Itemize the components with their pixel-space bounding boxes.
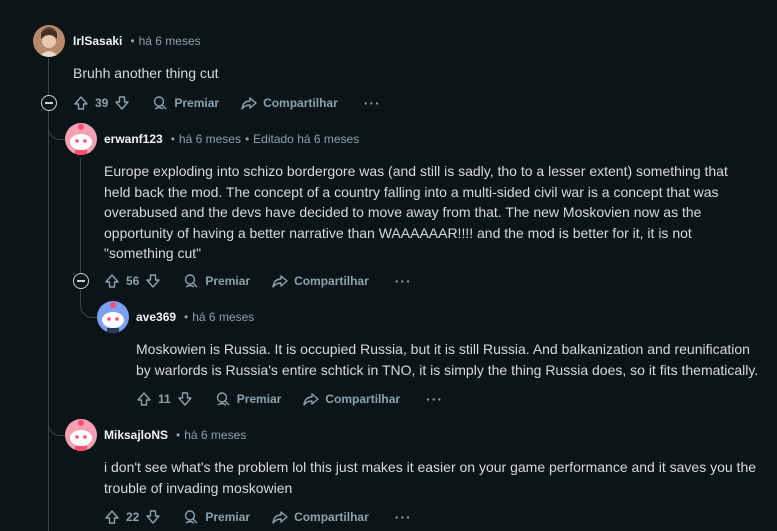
avatar[interactable] — [65, 123, 97, 155]
timestamp[interactable]: há 6 meses — [139, 34, 201, 48]
username[interactable]: erwanf123 — [104, 132, 163, 146]
thread-elbow-ave369 — [80, 290, 97, 318]
snoo-blue-icon — [97, 301, 129, 333]
award-button[interactable]: Premiar — [183, 509, 250, 525]
avatar[interactable] — [97, 301, 129, 333]
upvote-icon[interactable] — [136, 391, 152, 407]
collapse-thread-button[interactable] — [73, 273, 89, 289]
edited-label: Editado há 6 meses — [253, 132, 360, 146]
downvote-icon[interactable] — [177, 391, 193, 407]
share-icon — [272, 275, 288, 288]
timestamp[interactable]: há 6 meses — [184, 428, 246, 442]
timestamp[interactable]: há 6 meses — [179, 132, 241, 146]
more-options-button[interactable]: ··· — [395, 509, 412, 525]
comment-meta: MiksajloNS • há 6 meses — [104, 428, 247, 442]
snoo-pink-icon — [65, 419, 97, 451]
award-button[interactable]: Premiar — [183, 273, 250, 289]
comment-actions: 11 Premiar Compartilhar ··· — [136, 389, 443, 409]
comment-meta: erwanf123 • há 6 meses • Editado há 6 meses — [104, 132, 360, 146]
upvote-icon[interactable] — [73, 95, 89, 111]
snoo-pink-icon — [65, 123, 97, 155]
comment-body: i don't see what's the problem lol this … — [104, 459, 757, 496]
timestamp[interactable]: há 6 meses — [192, 310, 254, 324]
thread-elbow-erwanf123 — [48, 110, 65, 140]
comment-body: Europe exploding into schizo bordergore … — [104, 163, 728, 261]
photo-avatar-icon — [33, 25, 65, 57]
share-button[interactable]: Compartilhar — [241, 95, 338, 111]
award-icon — [154, 96, 167, 110]
award-icon — [216, 392, 230, 406]
avatar[interactable] — [65, 419, 97, 451]
upvote-icon[interactable] — [104, 273, 120, 289]
share-button[interactable]: Compartilhar — [303, 391, 400, 407]
comment-body: Moskowien is Russia. It is occupied Russ… — [136, 341, 759, 378]
award-icon — [185, 274, 198, 288]
more-options-button[interactable]: ··· — [426, 391, 443, 407]
upvote-icon[interactable] — [104, 509, 120, 525]
share-icon — [272, 511, 288, 524]
comment-meta: IrlSasaki • há 6 meses — [73, 34, 201, 48]
award-label: Premiar — [205, 274, 251, 288]
more-options-button[interactable]: ··· — [364, 95, 381, 111]
share-button[interactable]: Compartilhar — [272, 273, 369, 289]
share-label: Compartilhar — [294, 510, 369, 524]
share-icon — [303, 393, 320, 406]
share-button[interactable]: Compartilhar — [272, 509, 369, 525]
username[interactable]: ave369 — [136, 310, 176, 324]
award-icon — [185, 510, 198, 524]
username[interactable]: IrlSasaki — [73, 34, 122, 48]
award-label: Premiar — [205, 510, 251, 524]
comment-actions: 39 Premiar Compartilhar ··· — [73, 93, 381, 113]
share-label: Compartilhar — [294, 274, 369, 288]
thread-line-erwanf123[interactable] — [80, 158, 81, 275]
comment-body: Bruhh another thing cut — [73, 65, 219, 81]
more-options-button[interactable]: ··· — [395, 273, 412, 289]
vote-count: 22 — [126, 510, 140, 524]
award-label: Premiar — [236, 392, 282, 406]
vote-count: 39 — [95, 96, 109, 110]
award-button[interactable]: Premiar — [152, 95, 219, 111]
share-icon — [241, 97, 257, 110]
avatar[interactable] — [33, 25, 65, 57]
comment-actions: 56 Premiar Compartilhar ··· — [104, 271, 412, 291]
award-button[interactable]: Premiar — [215, 391, 282, 407]
downvote-icon[interactable] — [145, 273, 161, 289]
collapse-thread-button[interactable] — [41, 95, 57, 111]
username[interactable]: MiksajloNS — [104, 428, 168, 442]
thread-elbow-miksajlons — [48, 400, 65, 436]
comment-meta: ave369 • há 6 meses — [136, 310, 255, 324]
award-label: Premiar — [174, 96, 220, 110]
downvote-icon[interactable] — [145, 509, 161, 525]
share-label: Compartilhar — [263, 96, 338, 110]
share-label: Compartilhar — [325, 392, 401, 406]
vote-count: 11 — [158, 392, 171, 406]
downvote-icon[interactable] — [114, 95, 130, 111]
vote-count: 56 — [126, 274, 140, 288]
comment-actions: 22 Premiar Compartilhar ··· — [104, 507, 412, 527]
